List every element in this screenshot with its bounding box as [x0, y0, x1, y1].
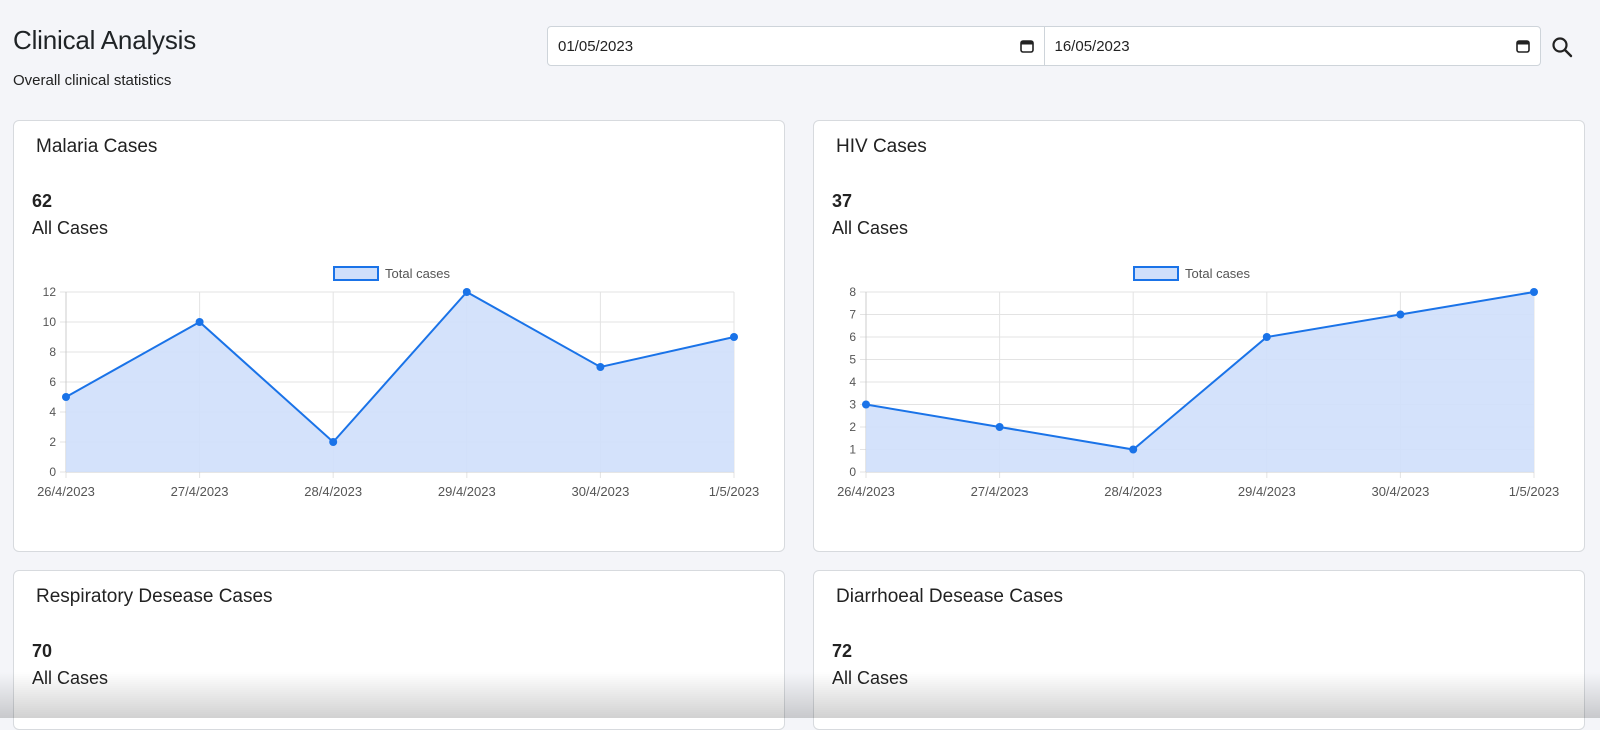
- y-tick-label: 8: [49, 345, 56, 359]
- y-tick-label: 0: [849, 465, 856, 479]
- calendar-icon[interactable]: [1516, 39, 1530, 53]
- card-title: Diarrhoeal Desease Cases: [836, 586, 1064, 607]
- y-tick-label: 2: [49, 435, 56, 449]
- y-tick-label: 10: [43, 315, 57, 329]
- y-tick-label: 5: [849, 353, 856, 367]
- legend-label: Total cases: [1185, 266, 1251, 281]
- y-tick-label: 7: [849, 308, 856, 322]
- calendar-icon[interactable]: [1019, 39, 1034, 53]
- card-title: Respiratory Desease Cases: [36, 586, 273, 607]
- data-point: [1396, 310, 1405, 319]
- start-date-value: 01/05/2023: [558, 37, 634, 55]
- legend-swatch: [1133, 266, 1179, 281]
- y-tick-label: 8: [849, 285, 856, 299]
- data-point: [596, 363, 605, 371]
- data-point: [62, 393, 70, 401]
- y-tick-label: 3: [849, 398, 856, 412]
- chart-legend: Total cases: [1133, 266, 1251, 281]
- page-title: Clinical Analysis: [13, 25, 197, 55]
- data-point: [329, 438, 338, 446]
- data-point: [1129, 445, 1138, 454]
- x-tick-label: 28/4/2023: [1104, 484, 1162, 499]
- x-tick-label: 29/4/2023: [1238, 484, 1296, 499]
- start-date-input[interactable]: 01/05/2023: [548, 27, 1044, 65]
- end-date-value: 16/05/2023: [1054, 37, 1130, 55]
- chart-legend: Total cases: [333, 266, 451, 281]
- card-count-label: All Cases: [32, 668, 109, 688]
- legend-swatch: [333, 266, 379, 281]
- malaria-chart: Total cases 0 2 4 6 8 10 12 26/4/2023 27/4/2023 28…: [37, 266, 760, 499]
- data-point: [462, 288, 471, 296]
- x-tick-label: 27/4/2023: [171, 484, 229, 499]
- respiratory-card: Respiratory Desease Cases 70 All Cases: [13, 570, 785, 730]
- data-point: [195, 318, 204, 326]
- card-count: 70: [32, 641, 53, 661]
- page-subtitle: Overall clinical statistics: [13, 72, 172, 89]
- y-tick-label: 6: [849, 330, 856, 344]
- data-point: [862, 400, 870, 409]
- data-point: [1262, 333, 1271, 341]
- x-tick-label: 29/4/2023: [438, 484, 496, 499]
- hiv-chart: Total cases 0 1 2 3 4 5 6 7 8 26/4/2023 27/4/2023 28…: [837, 266, 1560, 499]
- x-tick-label: 30/4/2023: [571, 484, 629, 499]
- y-tick-label: 4: [49, 405, 56, 419]
- search-icon[interactable]: [1550, 35, 1574, 59]
- hiv-card: HIV Cases 37 All Cases Total cases 0 1 2 3 4 5…: [813, 120, 1585, 552]
- y-tick-label: 1: [849, 443, 856, 457]
- y-tick-label: 2: [849, 420, 856, 434]
- data-point: [995, 423, 1004, 431]
- diarrhoeal-card: Diarrhoeal Desease Cases 72 All Cases: [813, 570, 1585, 730]
- y-tick-label: 4: [849, 375, 856, 389]
- legend-label: Total cases: [385, 266, 451, 281]
- series-area: [66, 292, 734, 472]
- x-tick-label: 1/5/2023: [1509, 484, 1560, 499]
- x-tick-label: 1/5/2023: [709, 484, 760, 499]
- y-tick-label: 0: [49, 465, 56, 479]
- y-tick-label: 12: [43, 285, 57, 299]
- x-tick-label: 28/4/2023: [304, 484, 362, 499]
- y-tick-label: 6: [49, 375, 56, 389]
- date-range-picker: 01/05/2023 16/05/2023: [547, 26, 1541, 66]
- end-date-input[interactable]: 16/05/2023: [1043, 27, 1541, 65]
- x-tick-label: 26/4/2023: [37, 484, 95, 499]
- card-count-label: All Cases: [832, 668, 909, 688]
- data-point: [730, 333, 738, 341]
- malaria-card: Malaria Cases 62 All Cases Total cases 0 2…: [13, 120, 785, 552]
- card-count: 72: [832, 641, 853, 661]
- x-tick-label: 26/4/2023: [837, 484, 895, 499]
- x-tick-label: 27/4/2023: [971, 484, 1029, 499]
- data-point: [1530, 288, 1538, 296]
- x-tick-label: 30/4/2023: [1371, 484, 1429, 499]
